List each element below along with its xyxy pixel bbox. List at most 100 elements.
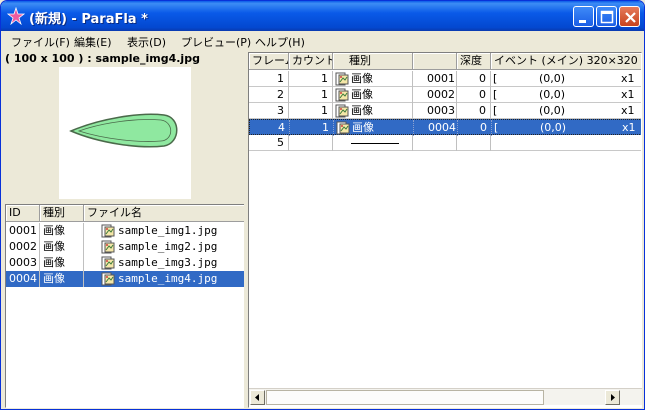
window-title: (新規) - ParaFla *	[29, 12, 148, 27]
timeline-id: 0002	[427, 88, 455, 101]
menu-help[interactable]: ヘルプ(H)	[255, 34, 305, 50]
asset-row[interactable]: 0004 画像 sample_img4.jpg	[6, 271, 244, 287]
col-header-frame[interactable]: フレーム	[249, 53, 289, 70]
timeline-cell: 画像	[333, 71, 413, 87]
menu-preview[interactable]: プレビュー(P)	[181, 34, 251, 50]
asset-filename: sample_img1.jpg	[118, 224, 218, 237]
asset-row[interactable]: 0003 画像 sample_img3.jpg	[6, 255, 244, 271]
timeline-count: 1	[321, 104, 328, 117]
menu-file[interactable]: ファイル(F)	[11, 34, 70, 50]
timeline-cell: [(0,0) x1	[491, 103, 641, 119]
maximize-icon	[600, 10, 614, 24]
timeline-cell	[333, 135, 413, 151]
timeline-cell: 5	[249, 135, 289, 151]
asset-type: 画像	[43, 224, 65, 237]
col-header-type[interactable]: 種別	[40, 205, 84, 222]
asset-row[interactable]: 0001 画像 sample_img1.jpg	[6, 223, 244, 239]
menu-edit[interactable]: 編集(E)	[74, 34, 112, 50]
title-bar[interactable]: (新規) - ParaFla *	[1, 1, 644, 31]
col-header-depth[interactable]: 深度	[457, 53, 491, 70]
timeline-cell	[413, 135, 457, 151]
asset-id: 0004	[9, 272, 37, 285]
image-file-icon	[101, 256, 115, 270]
image-file-icon	[101, 272, 115, 286]
timeline-frame: 3	[277, 104, 284, 117]
event-scale: x1	[622, 121, 636, 134]
timeline-id: 0004	[428, 121, 456, 134]
timeline-cell: 1	[290, 120, 334, 136]
timeline-cell: 0	[457, 87, 491, 103]
asset-filename: sample_img3.jpg	[118, 256, 218, 269]
timeline-cell: [(0,0) x1	[491, 87, 641, 103]
event-scale: x1	[621, 88, 635, 101]
timeline-cell: [ (0,0) x1	[491, 71, 641, 87]
timeline-cell: 0	[457, 71, 491, 87]
timeline-frame: 4	[278, 121, 285, 134]
timeline-id: 0003	[427, 104, 455, 117]
timeline-row[interactable]: 5	[249, 135, 641, 151]
timeline-cell: 0	[458, 120, 492, 136]
event-scale: x1	[621, 72, 635, 85]
event-bracket: [	[493, 72, 498, 85]
timeline-list: フレーム カウント 種別 深度 イベント (メイン) 320×320 1 1 画像 0…	[248, 52, 642, 408]
close-button[interactable]	[619, 6, 640, 27]
arrow-left-icon	[255, 394, 259, 401]
timeline-cell: 1	[289, 103, 333, 119]
timeline-type: 画像	[351, 88, 373, 101]
timeline-cell: 0001	[413, 71, 457, 87]
timeline-cell: 画像	[333, 103, 413, 119]
timeline-cell: 0	[457, 103, 491, 119]
scroll-left-button[interactable]	[250, 390, 265, 405]
asset-type: 画像	[43, 272, 65, 285]
col-header-kind[interactable]: 種別	[333, 53, 413, 70]
col-header-file[interactable]: ファイル名	[84, 205, 244, 222]
preview-canvas	[59, 67, 191, 199]
col-header-id[interactable]	[413, 53, 457, 70]
menu-bar: ファイル(F) 編集(E) 表示(D) プレビュー(P) ヘルプ(H)	[1, 31, 644, 51]
preview-caption: ( 100 x 100 ) : sample_img4.jpg	[5, 52, 200, 65]
event-coords: (0,0)	[539, 72, 566, 85]
event-coords: (0,0)	[539, 88, 566, 101]
minimize-button[interactable]	[573, 6, 594, 27]
timeline-row[interactable]: 1 1 画像 0001 0 [(0,0) x1	[249, 71, 641, 87]
timeline-row[interactable]: 3 1 画像 0003 0 [(0,0) x1	[249, 103, 641, 119]
image-file-icon	[335, 88, 349, 102]
timeline-type: 画像	[352, 121, 374, 134]
timeline-row[interactable]: 4 1 画像 0004 0 [(0,0) x1	[249, 119, 641, 136]
col-header-event[interactable]: イベント (メイン) 320×320	[491, 53, 641, 70]
timeline-cell: [(0,0) x1	[492, 120, 641, 136]
timeline-row[interactable]: 2 1 画像 0002 0 [(0,0) x1	[249, 87, 641, 103]
timeline-cell: 0003	[413, 103, 457, 119]
timeline-cell: 4	[250, 120, 290, 136]
image-file-icon	[335, 104, 349, 118]
asset-row[interactable]: 0002 画像 sample_img2.jpg	[6, 239, 244, 255]
timeline-frame: 2	[277, 88, 284, 101]
scroll-thumb[interactable]	[266, 390, 544, 405]
timeline-count: 1	[321, 88, 328, 101]
asset-id: 0003	[9, 256, 37, 269]
image-file-icon	[335, 72, 349, 86]
timeline-cell: 1	[289, 71, 333, 87]
timeline-depth: 0	[480, 121, 487, 134]
timeline-id: 0001	[427, 72, 455, 85]
col-header-id[interactable]: ID	[6, 205, 40, 222]
timeline-depth: 0	[479, 88, 486, 101]
menu-view[interactable]: 表示(D)	[127, 34, 166, 50]
asset-id: 0001	[9, 224, 37, 237]
close-icon	[625, 12, 636, 23]
event-coords: (0,0)	[540, 121, 567, 134]
asset-list: ID 種別 ファイル名 0001 画像 sample_img1.jpg 0002 画像 s…	[5, 204, 245, 408]
timeline-cell: 画像	[334, 120, 414, 136]
scroll-right-button[interactable]	[605, 390, 620, 405]
asset-filename: sample_img4.jpg	[118, 272, 218, 285]
timeline-cell	[289, 135, 333, 151]
timeline-depth: 0	[479, 104, 486, 117]
column-divider	[83, 223, 84, 287]
event-scale: x1	[621, 104, 635, 117]
image-file-icon	[101, 240, 115, 254]
timeline-hscrollbar[interactable]	[249, 388, 642, 405]
maximize-button[interactable]	[596, 6, 617, 27]
col-header-count[interactable]: カウント	[289, 53, 333, 70]
timeline-cell	[491, 135, 641, 151]
image-file-icon	[101, 224, 115, 238]
